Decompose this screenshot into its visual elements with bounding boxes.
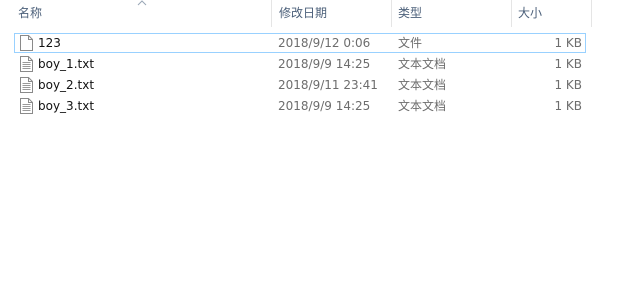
file-date-modified: 2018/9/12 0:06 [278,36,371,50]
file-name: boy_2.txt [38,78,95,92]
file-date-modified: 2018/9/9 14:25 [278,57,371,71]
text-file-icon [20,56,33,72]
file-row[interactable]: boy_2.txt 2018/9/11 23:41 文本文档 1 KB [14,75,586,95]
column-header-date-modified[interactable]: 修改日期 [279,0,387,27]
column-divider[interactable] [271,0,272,27]
file-size: 1 KB [554,99,582,113]
file-explorer-details-view: 名称 修改日期 类型 大小 123 2018/9/12 0:06 文件 1 KB… [0,0,636,299]
file-size: 1 KB [554,57,582,71]
file-name: 123 [38,36,61,50]
file-row[interactable]: 123 2018/9/12 0:06 文件 1 KB [14,33,586,53]
file-type: 文本文档 [398,78,447,92]
column-header-type[interactable]: 类型 [398,0,506,27]
file-size: 1 KB [554,78,582,92]
file-icon [20,35,33,51]
file-size: 1 KB [554,36,582,50]
file-date-modified: 2018/9/9 14:25 [278,99,371,113]
sort-ascending-icon [137,0,147,6]
file-name: boy_1.txt [38,57,95,71]
file-row[interactable]: boy_1.txt 2018/9/9 14:25 文本文档 1 KB [14,54,586,74]
column-header-size-label: 大小 [518,6,543,20]
file-type: 文本文档 [398,57,447,71]
file-name: boy_3.txt [38,99,95,113]
file-row[interactable]: boy_3.txt 2018/9/9 14:25 文本文档 1 KB [14,96,586,116]
column-header-name-label: 名称 [18,6,43,20]
column-header-date-label: 修改日期 [279,6,328,20]
file-date-modified: 2018/9/11 23:41 [278,78,378,92]
file-type: 文件 [398,36,423,50]
text-file-icon [20,77,33,93]
file-type: 文本文档 [398,99,447,113]
column-header-bar: 名称 修改日期 类型 大小 [0,0,636,27]
column-header-type-label: 类型 [398,6,423,20]
column-divider[interactable] [591,0,592,27]
text-file-icon [20,98,33,114]
column-header-size[interactable]: 大小 [518,0,586,27]
column-divider[interactable] [391,0,392,27]
column-divider[interactable] [511,0,512,27]
